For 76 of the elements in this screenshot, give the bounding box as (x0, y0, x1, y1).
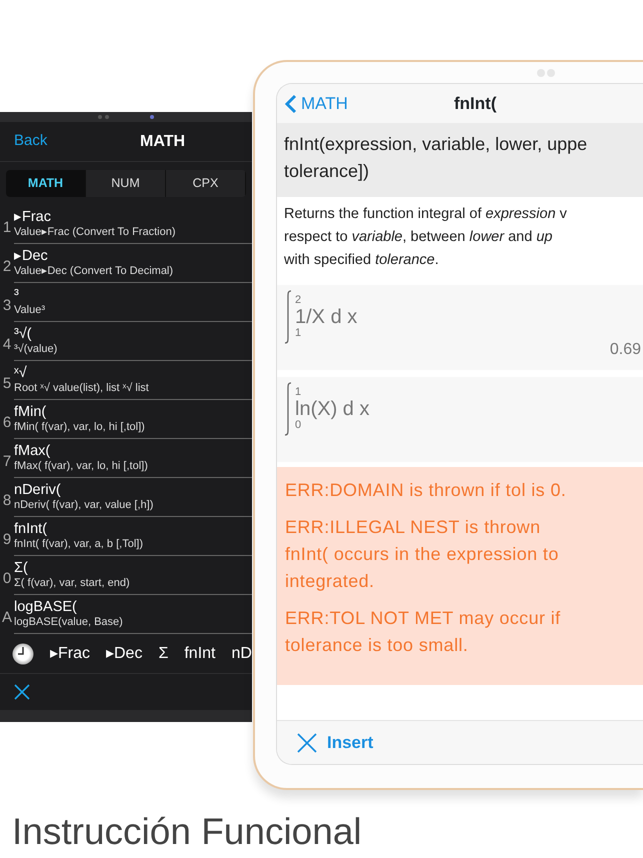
item-syntax: Value▸Dec (Convert To Decimal) (14, 265, 174, 278)
key-label: A (0, 608, 13, 628)
list-item[interactable]: ▸Frac Value▸Frac (Convert To Fraction) (14, 205, 252, 244)
camera-icon (150, 115, 154, 119)
nav-title: MATH (140, 132, 186, 152)
integral-icon (283, 289, 293, 345)
clock-icon (12, 642, 34, 664)
key-label: 4 (2, 335, 12, 356)
error-text: ERR:DOMAIN is thrown if tol is 0. (285, 479, 568, 502)
lower-bound: 0 (295, 420, 302, 431)
close-icon (297, 732, 317, 752)
item-title: ▸Frac (14, 209, 52, 226)
key-label: 5 (2, 374, 12, 394)
item-title: fMax( (14, 443, 52, 460)
list-item[interactable]: fMin( fMin( f(var), var, lo, hi [,tol]) (14, 400, 252, 439)
description-text: Returns the function integral of expression v respect to variable, between lower and up with specified tolerance. (283, 205, 568, 270)
syntax-text: fnInt(expression, variable, lower, uppe tolerance]) (277, 123, 643, 197)
item-title: Σ( (14, 560, 29, 578)
sensor-icon (98, 115, 110, 119)
item-syntax: logBASE(value, Base) (14, 616, 124, 629)
upper-bound: 1 (295, 387, 302, 398)
list-item[interactable]: Σ( Σ( f(var), var, start, end) (14, 556, 252, 595)
item-title: nDeriv( (14, 482, 62, 500)
nav-title: fnInt( (454, 92, 496, 115)
item-syntax: ³√(value) (14, 343, 58, 356)
key-label: 6 (2, 413, 12, 434)
item-syntax: fMin( f(var), var, lo, hi [,tol]) (14, 421, 146, 434)
back-button[interactable]: Back (0, 129, 54, 154)
item-syntax: fMax( f(var), var, lo, hi [,tol]) (14, 460, 149, 473)
integrand: 1/X d x (295, 306, 358, 328)
list-item[interactable]: nDeriv( nDeriv( f(var), var, value [,h]) (14, 478, 252, 517)
item-syntax: Σ( f(var), var, start, end) (14, 577, 131, 590)
item-title: fnInt( (14, 521, 48, 538)
item-title: ˣ√ (14, 365, 28, 382)
list-item[interactable]: ³ Value³ (14, 283, 252, 322)
key-label: 0 (2, 569, 12, 590)
list-item[interactable]: ˣ√ Root ˣ√ value(list), list ˣ√ list (14, 361, 252, 400)
recent-button[interactable]: fnInt (184, 642, 216, 666)
item-title: ³√( (14, 326, 33, 343)
list-item[interactable]: fnInt( fnInt( f(var), var, a, b [,Tol]) (14, 517, 252, 556)
error-text: ERR:TOL NOT MET may occur if tolerance is too small. (285, 607, 562, 657)
item-title: fMin( (14, 404, 48, 422)
recent-button[interactable]: Σ (158, 642, 168, 666)
integral-icon (283, 381, 293, 437)
item-syntax: Value³ (14, 304, 46, 317)
item-title: ▸Dec (14, 248, 49, 266)
lower-bound: 1 (295, 328, 302, 339)
key-label: 2 (2, 257, 12, 278)
caption-text: Instrucción Funcional (12, 810, 362, 854)
key-label: 3 (2, 296, 12, 316)
key-label: 1 (2, 218, 12, 238)
key-label: 7 (2, 452, 12, 472)
close-button[interactable] (14, 684, 30, 700)
item-title: ³ (14, 287, 20, 304)
recent-button[interactable]: ▸Frac (50, 642, 90, 666)
item-syntax: nDeriv( f(var), var, value [,h]) (14, 499, 154, 512)
item-syntax: Root ˣ√ value(list), list ˣ√ list (14, 382, 150, 395)
item-syntax: Value▸Frac (Convert To Fraction) (14, 226, 176, 239)
list-item[interactable]: ³√( ³√(value) (14, 322, 252, 361)
key-label: 8 (2, 491, 12, 512)
error-text: ERR:ILLEGAL NEST is thrown fnInt( occurs in the expression to integrated. (285, 516, 560, 593)
result-value: 0.69 (610, 340, 641, 360)
segment-tab[interactable]: CPX (166, 170, 246, 197)
back-icon (285, 94, 297, 114)
item-syntax: fnInt( f(var), var, a, b [,Tol]) (14, 538, 144, 551)
recent-button[interactable]: ▸Dec (106, 642, 142, 666)
list-item[interactable]: ▸Dec Value▸Dec (Convert To Decimal) (14, 244, 252, 283)
recent-button[interactable]: nD (231, 642, 252, 666)
segment-tab[interactable]: NUM (86, 170, 166, 197)
key-label: 9 (2, 530, 12, 550)
item-title: logBASE( (14, 599, 78, 616)
list-item[interactable]: logBASE( logBASE(value, Base) (14, 595, 252, 634)
upper-bound: 2 (295, 295, 302, 306)
segment-tab[interactable]: MATH (6, 170, 86, 197)
integrand: ln(X) d x (295, 398, 370, 420)
list-item[interactable]: fMax( fMax( f(var), var, lo, hi [,tol]) (14, 439, 252, 478)
